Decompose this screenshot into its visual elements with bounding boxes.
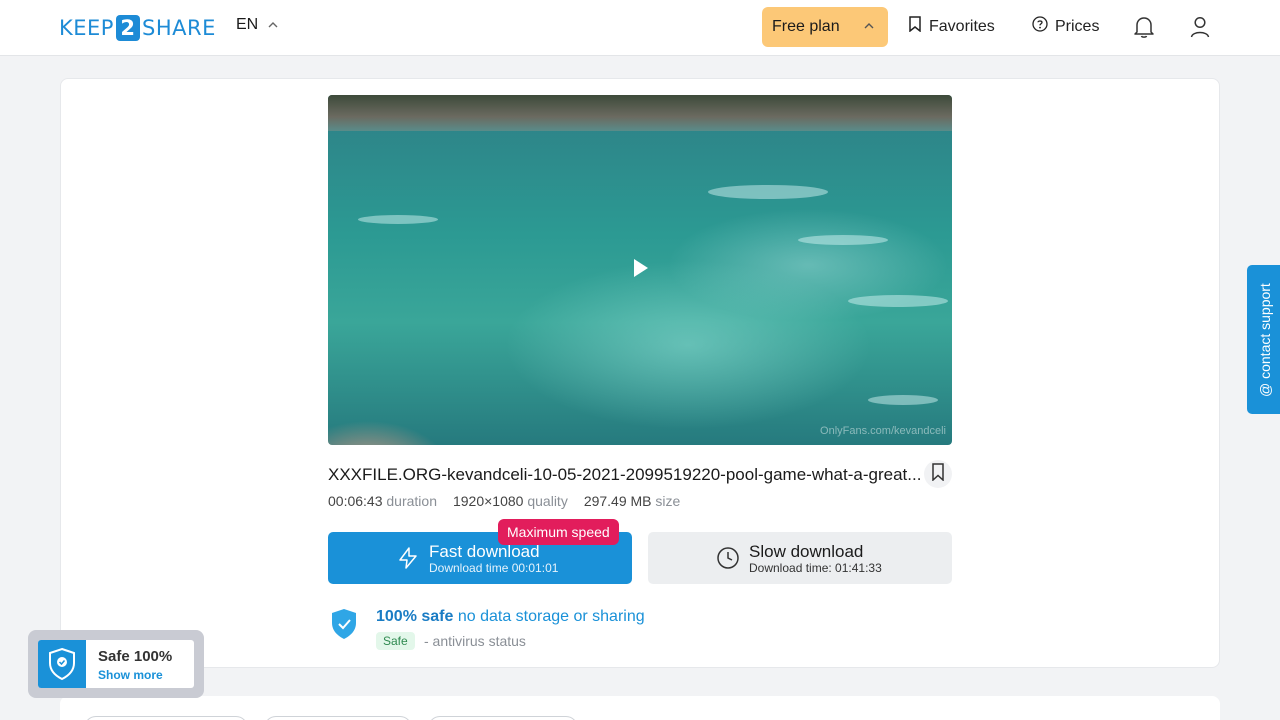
contact-support-label: @ contact support <box>1257 283 1273 397</box>
tab-pill[interactable] <box>264 716 412 720</box>
file-meta: 00:06:43 duration 1920×1080 quality 297.… <box>328 493 680 509</box>
file-title: XXXFILE.ORG-kevandceli-10-05-2021-209951… <box>328 465 922 484</box>
logo-text-two: 2 <box>115 15 140 41</box>
safe-widget-card: Safe 100% Show more <box>38 640 194 688</box>
maximum-speed-badge: Maximum speed <box>498 519 619 545</box>
tab-pill[interactable] <box>428 716 578 720</box>
duration-unit: duration <box>386 493 437 509</box>
question-circle-icon <box>1032 16 1048 37</box>
slow-download-button[interactable]: Slow download Download time: 01:41:33 <box>648 532 952 584</box>
lightning-icon <box>396 546 420 570</box>
tab-pill[interactable] <box>84 716 248 720</box>
chevron-up-icon <box>864 20 874 32</box>
water-ripple <box>358 215 438 224</box>
language-selector[interactable]: EN <box>236 16 278 34</box>
quality-value: 1920×1080 <box>452 493 524 509</box>
logo-text-share: SHARE <box>141 16 216 40</box>
play-icon[interactable] <box>634 259 648 277</box>
duration-value: 00:06:43 <box>328 493 383 509</box>
water-ripple <box>868 395 938 405</box>
antivirus-status-text: - antivirus status <box>424 633 526 649</box>
water-ripple <box>708 185 828 199</box>
shield-check-icon <box>38 640 86 688</box>
safe-widget-title: Safe 100% <box>98 648 173 665</box>
plan-dropdown-button[interactable]: Free plan <box>762 7 888 47</box>
bell-icon[interactable] <box>1133 15 1155 39</box>
shield-check-icon <box>330 608 358 640</box>
bookmark-button[interactable] <box>924 460 952 488</box>
favorites-link[interactable]: Favorites <box>908 16 995 37</box>
water-ripple <box>848 295 948 307</box>
size-meta: 297.49 MB size <box>584 493 681 509</box>
video-preview[interactable]: OnlyFans.com/kevandceli <box>328 95 952 445</box>
duration-meta: 00:06:43 duration <box>328 493 437 509</box>
safety-link[interactable]: no data storage or sharing <box>458 608 645 625</box>
keep2share-logo[interactable]: KEEP 2 SHARE <box>59 14 216 42</box>
prices-label: Prices <box>1055 17 1100 35</box>
clock-icon <box>716 546 740 570</box>
safety-headline: 100% safe <box>376 608 454 625</box>
favorites-label: Favorites <box>929 17 995 35</box>
size-unit: size <box>655 493 681 509</box>
pool-edge <box>328 95 952 131</box>
safe-widget: Safe 100% Show more <box>28 630 204 698</box>
safe-status-tag: Safe <box>376 632 415 650</box>
water-ripple <box>798 235 888 245</box>
show-more-link[interactable]: Show more <box>98 668 163 682</box>
plan-label: Free plan <box>772 18 840 35</box>
top-header: KEEP 2 SHARE EN Free plan Favorites Pric… <box>0 0 1280 56</box>
bookmark-icon <box>908 16 922 37</box>
slow-download-time: Download time: 01:41:33 <box>749 561 882 575</box>
prices-link[interactable]: Prices <box>1032 16 1099 37</box>
size-value: 297.49 MB <box>583 493 652 509</box>
user-icon[interactable] <box>1189 15 1211 39</box>
quality-unit: quality <box>527 493 568 509</box>
quality-meta: 1920×1080 quality <box>453 493 568 509</box>
language-label: EN <box>236 16 259 33</box>
slow-download-label: Slow download <box>749 542 864 561</box>
contact-support-tab[interactable]: @ contact support <box>1247 265 1280 414</box>
fast-download-time: Download time 00:01:01 <box>429 561 559 575</box>
chevron-up-icon <box>268 19 278 31</box>
fast-download-label: Fast download <box>429 542 540 561</box>
logo-text-keep: KEEP <box>59 16 114 40</box>
video-watermark: OnlyFans.com/kevandceli <box>820 425 946 437</box>
safety-headline-line: 100% safe no data storage or sharing <box>376 608 645 626</box>
bookmark-icon <box>931 462 945 486</box>
